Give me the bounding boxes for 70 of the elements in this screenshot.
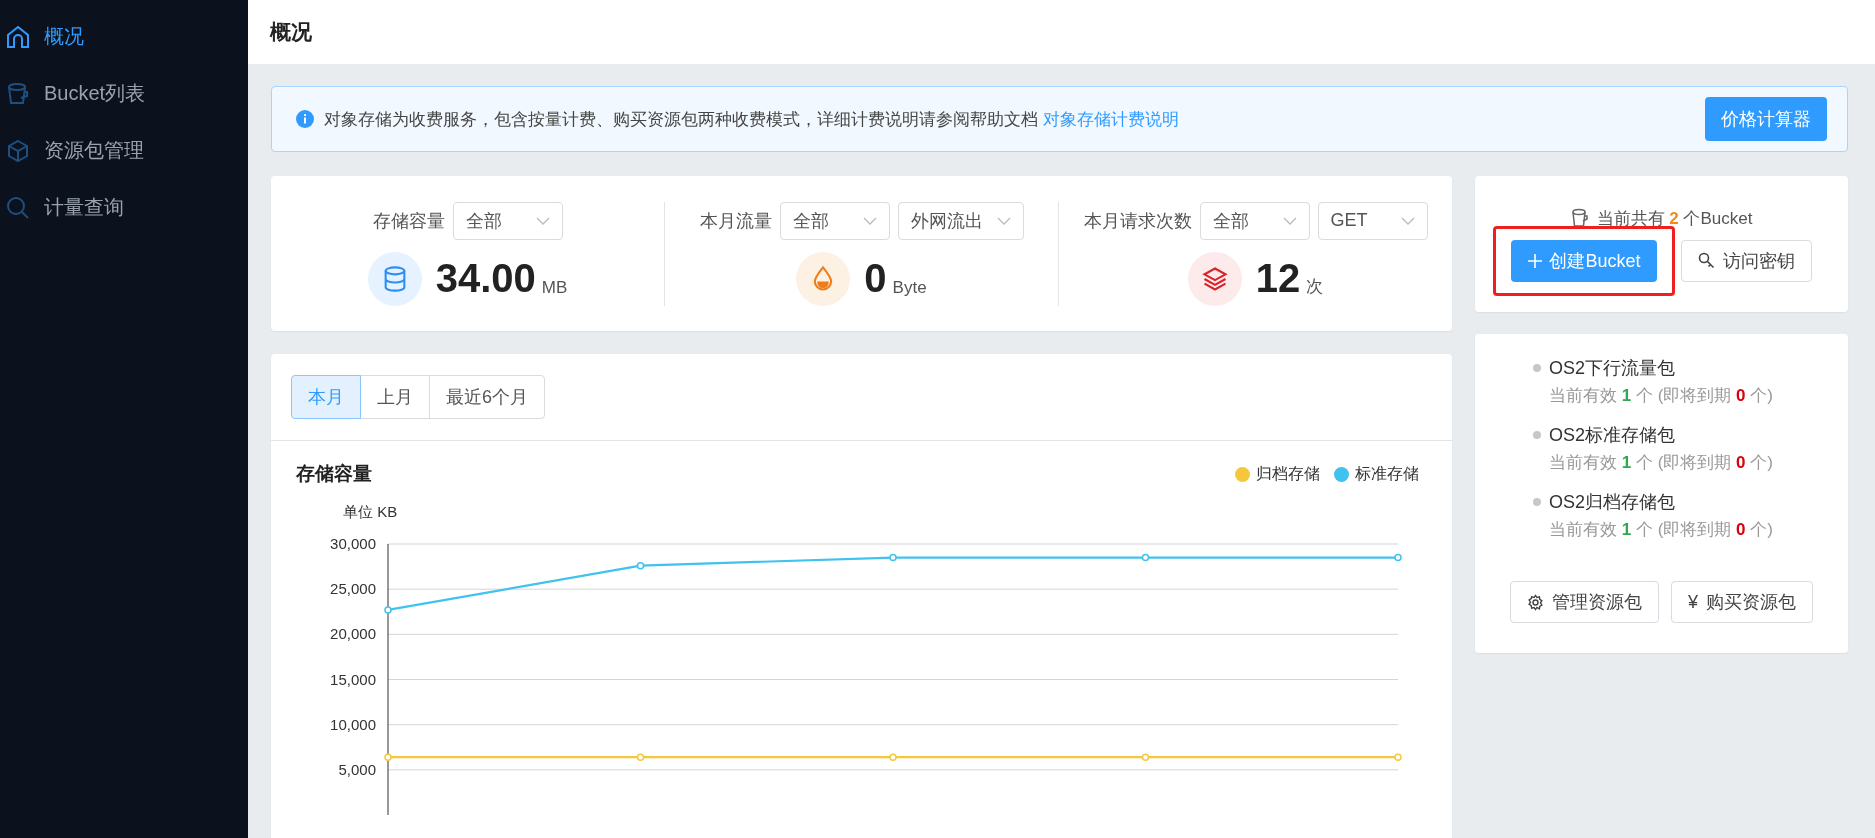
data-point xyxy=(636,561,645,570)
y-tick-label: 30,000 xyxy=(330,535,376,552)
package-status: 当前有效 1 个 (即将到期 0 个) xyxy=(1549,519,1774,541)
plus-icon xyxy=(1527,252,1544,269)
y-tick-label: 25,000 xyxy=(330,580,376,598)
filter-select[interactable]: GET xyxy=(1317,201,1428,240)
bullet-dot xyxy=(1533,364,1541,372)
bullet-dot xyxy=(1533,498,1541,506)
cube-icon xyxy=(6,138,30,163)
legend-label: 归档存储 xyxy=(1256,463,1320,484)
data-point xyxy=(384,606,392,614)
chevron-down-icon xyxy=(1400,216,1415,225)
y-tick-label: 10,000 xyxy=(330,715,376,733)
bucket-count-text: 当前共有 2 个Bucket xyxy=(1596,207,1753,230)
data-point xyxy=(889,553,897,562)
data-point xyxy=(1394,553,1402,562)
package-button[interactable]: ¥ 购买资源包 xyxy=(1671,581,1813,623)
filter-select[interactable]: 外网流出 xyxy=(897,201,1024,240)
period-tab[interactable]: 上月 xyxy=(360,375,430,419)
package-status: 当前有效 1 个 (即将到期 0 个) xyxy=(1549,452,1774,474)
page-title: 概况 xyxy=(270,19,312,45)
package-status: 当前有效 1 个 (即将到期 0 个) xyxy=(1549,385,1774,407)
bucket-icon xyxy=(6,81,30,106)
bullet-dot xyxy=(1533,431,1541,439)
package-name: OS2标准存储包 xyxy=(1549,424,1676,447)
chevron-down-icon xyxy=(862,216,877,225)
data-point xyxy=(1394,753,1402,761)
axis-unit-label: 单位 KB xyxy=(343,503,398,520)
package-name: OS2归档存储包 xyxy=(1549,491,1676,514)
filter-select[interactable]: 全部 xyxy=(779,201,890,240)
gear-icon xyxy=(1527,593,1544,611)
stat-label: 本月流量 xyxy=(699,209,772,233)
data-point xyxy=(384,753,392,761)
filter-select[interactable]: 全部 xyxy=(1199,201,1310,240)
filter-select[interactable]: 全部 xyxy=(452,201,563,240)
stat-unit: Byte xyxy=(892,277,927,298)
y-tick-label: 20,000 xyxy=(330,625,376,643)
yen-icon: ¥ xyxy=(1688,591,1698,613)
sidebar-item[interactable]: 概况 xyxy=(0,8,248,65)
sidebar-item[interactable]: Bucket列表 xyxy=(0,65,248,122)
home-icon xyxy=(6,24,30,49)
stat-unit: MB xyxy=(541,277,568,298)
chevron-down-icon xyxy=(996,216,1011,225)
chart-title: 存储容量 xyxy=(296,462,372,486)
package-name: OS2下行流量包 xyxy=(1549,357,1676,380)
stat-label: 本月请求次数 xyxy=(1083,209,1192,233)
y-tick-label: 5,000 xyxy=(338,760,376,778)
stat-value: 12 xyxy=(1255,256,1301,301)
sidebar-item[interactable]: 资源包管理 xyxy=(0,122,248,179)
data-point xyxy=(636,753,645,761)
data-point xyxy=(1141,553,1150,562)
chevron-down-icon xyxy=(1282,216,1297,225)
search-icon xyxy=(6,195,30,220)
bucket-icon xyxy=(1570,208,1589,228)
stat-unit: 次 xyxy=(1306,275,1324,298)
key-icon xyxy=(1697,252,1715,269)
access-key-button[interactable]: 访问密钥 xyxy=(1680,239,1812,282)
package-button[interactable]: 管理资源包 xyxy=(1510,581,1659,623)
data-point xyxy=(889,753,897,761)
sidebar-item[interactable]: 计量查询 xyxy=(0,179,248,236)
stat-value: 34.00 xyxy=(435,256,536,301)
y-tick-label: 15,000 xyxy=(330,670,376,688)
stat-value: 0 xyxy=(864,256,887,301)
stat-label: 存储容量 xyxy=(372,209,445,233)
chevron-down-icon xyxy=(535,216,550,225)
legend-label: 标准存储 xyxy=(1355,463,1419,484)
data-point xyxy=(1141,753,1150,761)
notice-text: 对象存储为收费服务，包含按量计费、购买资源包两种收费模式，详细计费说明请参阅帮助文档 对象存储计费说明 xyxy=(324,108,1180,131)
info-icon xyxy=(296,110,314,128)
period-tab[interactable]: 最近6个月 xyxy=(429,375,545,419)
